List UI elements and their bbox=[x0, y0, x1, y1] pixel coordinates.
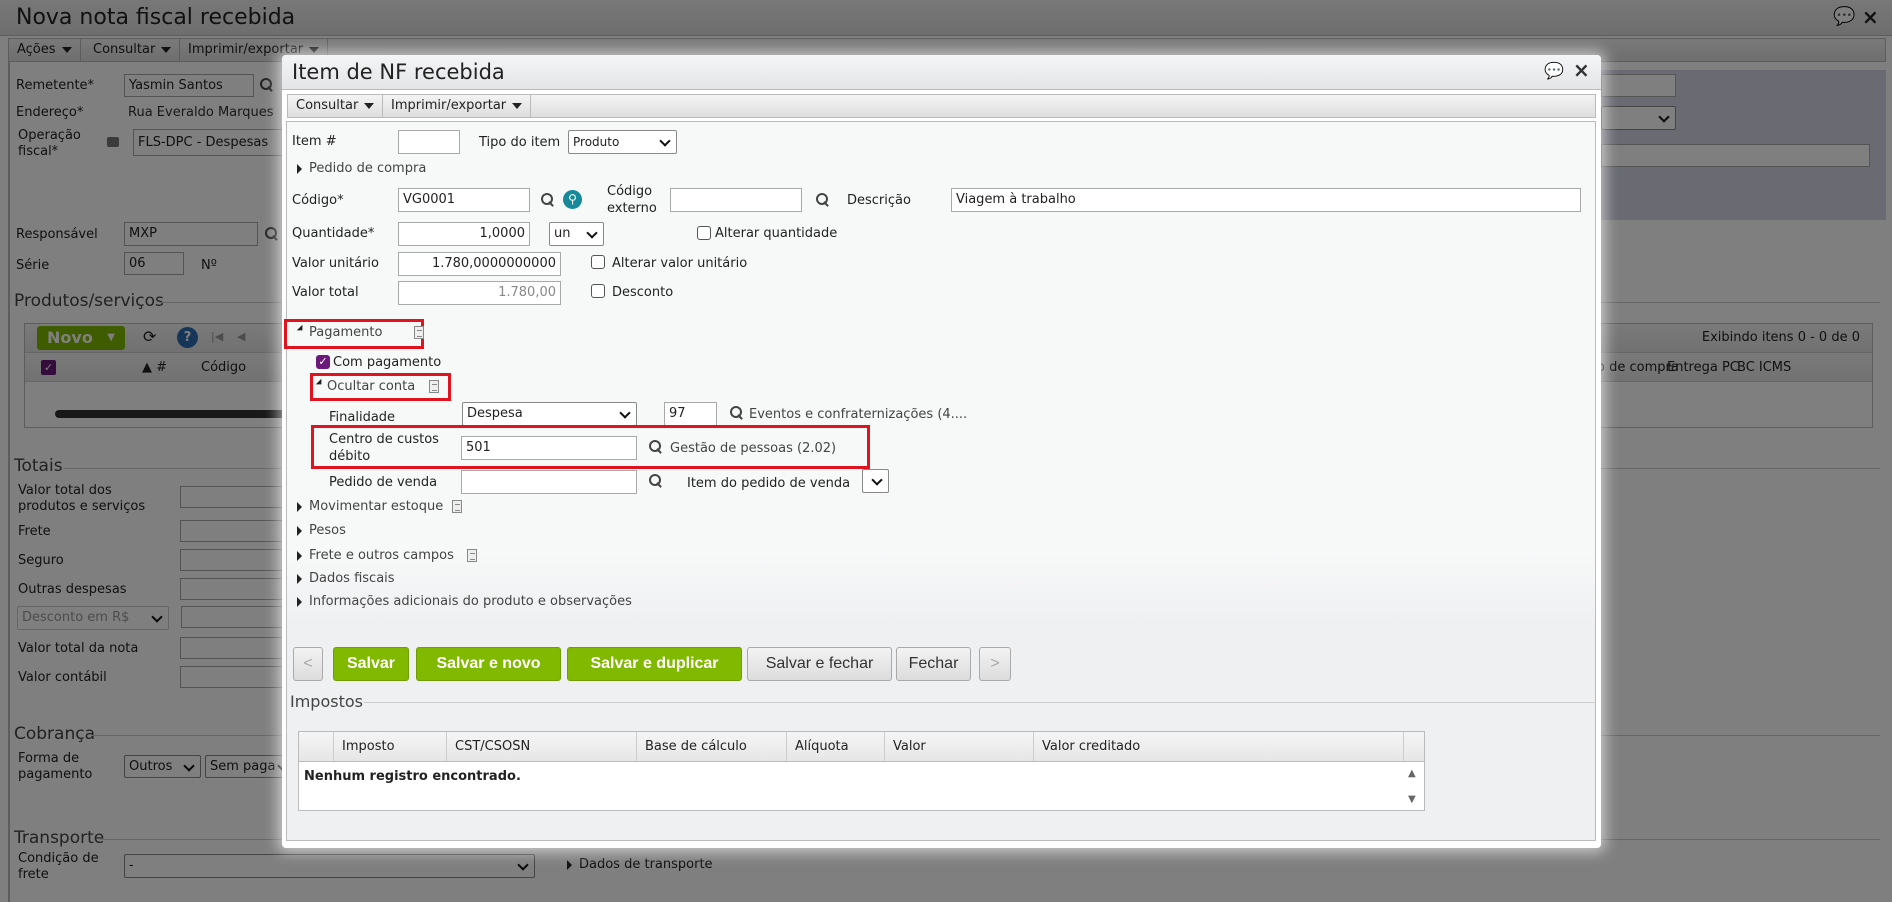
item-pedido-venda-select[interactable] bbox=[862, 469, 889, 493]
descricao-label: Descrição bbox=[847, 193, 911, 208]
centro-custos-label-2: débito bbox=[329, 449, 371, 464]
item-number-input[interactable] bbox=[398, 130, 460, 154]
impostos-col-imposto[interactable]: Imposto bbox=[334, 732, 447, 761]
expand-arrow-icon bbox=[297, 526, 302, 536]
quantidade-label: Quantidade* bbox=[292, 226, 375, 241]
impostos-col-base[interactable]: Base de cálculo bbox=[637, 732, 787, 761]
search-icon[interactable] bbox=[730, 406, 744, 420]
codigo-label: Código* bbox=[292, 193, 344, 208]
valor-total-label: Valor total bbox=[292, 285, 359, 300]
finalidade-label: Finalidade bbox=[329, 410, 396, 425]
valor-unitario-input[interactable]: 1.780,0000000000 bbox=[398, 252, 561, 276]
impostos-legend: Impostos bbox=[290, 692, 363, 711]
tipo-item-label: Tipo do item bbox=[479, 135, 561, 150]
item-nf-modal: Item de NF recebida 💬 × Consultar Imprim… bbox=[282, 55, 1601, 848]
document-icon bbox=[414, 326, 424, 339]
finalidade-select[interactable]: Despesa bbox=[462, 402, 637, 426]
codigo-externo-label-2: externo bbox=[607, 201, 657, 216]
pesos-toggle[interactable]: Pesos bbox=[309, 523, 346, 539]
pedido-venda-label: Pedido de venda bbox=[329, 475, 438, 490]
desconto-checkbox[interactable] bbox=[591, 284, 605, 298]
scroll-down-icon[interactable]: ▼ bbox=[1408, 794, 1416, 805]
impostos-col-cst[interactable]: CST/CSOSN bbox=[447, 732, 637, 761]
unidade-select[interactable]: un bbox=[549, 222, 604, 246]
previous-button[interactable]: < bbox=[293, 647, 323, 681]
salvar-e-fechar-button[interactable]: Salvar e fechar bbox=[747, 647, 892, 681]
menu-consultar[interactable]: Consultar bbox=[288, 95, 384, 117]
alterar-valor-unitario-label: Alterar valor unitário bbox=[612, 256, 748, 271]
informacoes-adicionais-toggle[interactable]: Informações adicionais do produto e obse… bbox=[309, 594, 632, 610]
com-pagamento-label: Com pagamento bbox=[333, 355, 442, 370]
centro-custos-label-1: Centro de custos bbox=[329, 432, 439, 447]
menu-label: Imprimir/exportar bbox=[391, 98, 507, 113]
salvar-button[interactable]: Salvar bbox=[333, 647, 409, 681]
codigo-externo-input[interactable] bbox=[670, 188, 802, 212]
search-icon[interactable] bbox=[816, 193, 830, 207]
caret-down-icon bbox=[512, 102, 523, 109]
valor-unitario-label: Valor unitário bbox=[292, 256, 379, 271]
search-icon[interactable] bbox=[649, 474, 663, 488]
centro-custos-input[interactable]: 501 bbox=[461, 436, 637, 460]
document-icon bbox=[467, 549, 477, 562]
dados-fiscais-toggle[interactable]: Dados fiscais bbox=[309, 571, 395, 587]
desconto-label: Desconto bbox=[612, 285, 674, 300]
expand-arrow-icon bbox=[297, 502, 302, 512]
impostos-col-aliquota[interactable]: Alíquota bbox=[787, 732, 885, 761]
fechar-button[interactable]: Fechar bbox=[896, 647, 971, 681]
document-icon bbox=[452, 500, 462, 513]
expand-arrow-icon bbox=[297, 597, 302, 607]
salvar-e-duplicar-button[interactable]: Salvar e duplicar bbox=[567, 647, 742, 681]
pedido-compra-toggle[interactable]: Pedido de compra bbox=[309, 161, 426, 177]
movimentar-estoque-toggle[interactable]: Movimentar estoque bbox=[309, 499, 443, 515]
close-icon[interactable]: × bbox=[1573, 58, 1590, 82]
modal-menu-bar: Consultar Imprimir/exportar bbox=[287, 94, 1596, 118]
impostos-col-valor-creditado[interactable]: Valor creditado bbox=[1034, 732, 1404, 761]
search-icon[interactable] bbox=[649, 440, 663, 454]
centro-custos-description: Gestão de pessoas (2.02) bbox=[670, 441, 837, 456]
alterar-quantidade-label: Alterar quantidade bbox=[715, 226, 838, 241]
expand-arrow-icon bbox=[297, 164, 302, 174]
scroll-up-icon[interactable]: ▲ bbox=[1408, 768, 1416, 779]
ocultar-conta-toggle[interactable]: Ocultar conta bbox=[327, 379, 415, 395]
modal-title: Item de NF recebida bbox=[292, 60, 505, 84]
impostos-col-valor[interactable]: Valor bbox=[885, 732, 1034, 761]
valor-total-input: 1.780,00 bbox=[398, 281, 561, 305]
descricao-input[interactable]: Viagem à trabalho bbox=[951, 188, 1581, 212]
expand-arrow-icon bbox=[297, 551, 302, 561]
conta-description: Eventos e confraternizações (4.... bbox=[749, 407, 968, 422]
search-icon[interactable] bbox=[541, 193, 555, 207]
tipo-item-select[interactable]: Produto bbox=[568, 130, 677, 154]
codigo-input[interactable]: VG0001 bbox=[398, 188, 530, 212]
product-lookup-icon[interactable]: ⚲ bbox=[563, 190, 582, 209]
pagamento-toggle[interactable]: Pagamento bbox=[309, 325, 382, 341]
codigo-externo-label-1: Código bbox=[607, 184, 653, 199]
next-button[interactable]: > bbox=[979, 647, 1011, 681]
divider bbox=[364, 702, 1596, 703]
document-icon bbox=[429, 380, 439, 393]
caret-down-icon bbox=[364, 102, 375, 109]
menu-label: Consultar bbox=[296, 98, 359, 113]
modal-title-bar: Item de NF recebida 💬 × bbox=[282, 55, 1601, 90]
pedido-venda-input[interactable] bbox=[461, 470, 637, 494]
menu-imprimir-exportar[interactable]: Imprimir/exportar bbox=[383, 95, 532, 117]
impostos-table: Imposto CST/CSOSN Base de cálculo Alíquo… bbox=[298, 731, 1425, 811]
comment-icon[interactable]: 💬 bbox=[1544, 61, 1564, 80]
expand-arrow-icon bbox=[297, 574, 302, 584]
conta-input[interactable]: 97 bbox=[664, 402, 717, 426]
item-number-label: Item # bbox=[292, 134, 337, 149]
com-pagamento-checkbox[interactable]: ✓ bbox=[316, 355, 330, 369]
impostos-header: Imposto CST/CSOSN Base de cálculo Alíquo… bbox=[299, 732, 1424, 762]
quantidade-input[interactable]: 1,0000 bbox=[398, 222, 530, 246]
alterar-valor-unitario-checkbox[interactable] bbox=[591, 255, 605, 269]
item-pedido-venda-label: Item do pedido de venda bbox=[687, 476, 851, 491]
impostos-select-col bbox=[299, 732, 334, 761]
alterar-quantidade-checkbox[interactable] bbox=[697, 226, 711, 240]
salvar-e-novo-button[interactable]: Salvar e novo bbox=[416, 647, 561, 681]
impostos-empty-message: Nenhum registro encontrado. bbox=[304, 769, 521, 784]
frete-outros-toggle[interactable]: Frete e outros campos bbox=[309, 548, 454, 564]
